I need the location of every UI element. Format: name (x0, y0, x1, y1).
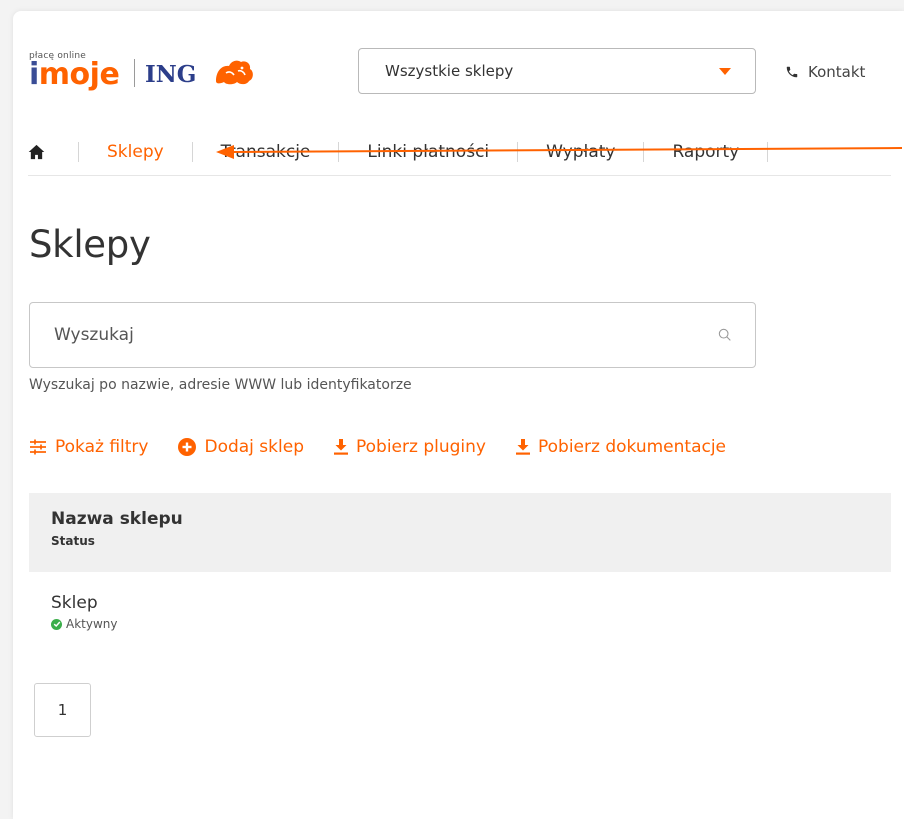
search-hint: Wyszukaj po nazwie, adresie WWW lub iden… (29, 377, 412, 393)
logo-imoje-wordmark: imoje (29, 57, 120, 92)
page-button-1[interactable]: 1 (34, 683, 91, 737)
column-header-name[interactable]: Nazwa sklepu (51, 509, 891, 529)
store-select-value: Wszystkie sklepy (385, 62, 514, 80)
column-header-status[interactable]: Status (51, 534, 891, 548)
stores-table-header: Nazwa sklepu Status (29, 493, 891, 572)
table-row[interactable]: Sklep Aktywny (29, 593, 118, 631)
download-plugins-button[interactable]: Pobierz pluginy (334, 437, 486, 457)
store-select[interactable]: Wszystkie sklepy (358, 48, 756, 94)
search-box[interactable] (29, 302, 756, 368)
status-badge: Aktywny (51, 617, 118, 631)
nav-divider (28, 175, 891, 176)
nav-item-sklepy[interactable]: Sklepy (107, 142, 164, 162)
check-circle-icon (51, 618, 62, 630)
nav-separator (191, 142, 193, 162)
search-input[interactable] (54, 325, 654, 345)
add-store-button[interactable]: Dodaj sklep (178, 437, 304, 457)
nav-item-linki-platnosci[interactable]: Linki płatności (367, 142, 489, 162)
caret-down-icon (719, 68, 731, 75)
filters-icon (30, 439, 46, 455)
contact-link[interactable]: Kontakt (785, 63, 865, 81)
download-icon (334, 439, 348, 455)
logo-divider (134, 59, 135, 87)
page-title: Sklepy (29, 223, 151, 266)
download-plugins-label: Pobierz pluginy (356, 437, 486, 457)
search-icon[interactable] (717, 327, 733, 343)
actions-bar: Pokaż filtry Dodaj sklep Pobierz pluginy… (29, 437, 756, 457)
phone-icon (786, 66, 798, 78)
nav-separator (767, 142, 769, 162)
download-icon (515, 439, 530, 455)
nav-item-transakcje[interactable]: Transakcje (221, 142, 311, 162)
show-filters-label: Pokaż filtry (55, 437, 149, 457)
page-card (13, 11, 904, 819)
ing-lion-icon (216, 60, 253, 85)
status-label: Aktywny (66, 617, 118, 631)
nav-item-raporty[interactable]: Raporty (672, 142, 739, 162)
nav-separator (643, 142, 645, 162)
imoje-ing-logo[interactable]: płacę online imoje ING (29, 51, 261, 92)
main-nav: Sklepy Transakcje Linki płatności Wypłat… (28, 136, 796, 168)
download-docs-button[interactable]: Pobierz dokumentacje (515, 437, 727, 457)
nav-separator (338, 142, 340, 162)
nav-item-wyplaty[interactable]: Wypłaty (546, 142, 615, 162)
add-store-label: Dodaj sklep (204, 437, 304, 457)
contact-label: Kontakt (808, 63, 866, 81)
home-icon[interactable] (28, 144, 50, 160)
plus-circle-icon (178, 438, 197, 456)
show-filters-button[interactable]: Pokaż filtry (29, 437, 148, 457)
store-name[interactable]: Sklep (51, 593, 118, 613)
download-docs-label: Pobierz dokumentacje (537, 437, 727, 457)
logo-ing-wordmark: ING (145, 61, 197, 88)
nav-separator (78, 142, 79, 162)
nav-separator (517, 142, 519, 162)
